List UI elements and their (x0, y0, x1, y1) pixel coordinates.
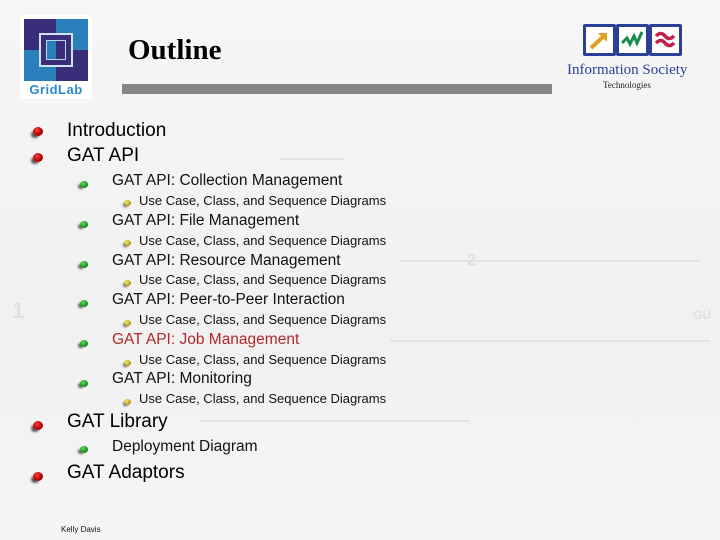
ist-logo: Information Society Technologies (563, 20, 703, 95)
gridlab-logo-text: GridLab (29, 82, 83, 97)
background-decoration: 2 (467, 252, 476, 269)
outline-subitem: GAT API: Resource Management (112, 252, 341, 269)
level3-bullet-icon (124, 320, 131, 326)
outline-subsubitem: Use Case, Class, and Sequence Diagrams (139, 352, 387, 367)
outline-item: GAT Library (67, 411, 168, 432)
ist-logo-subtext: Technologies (603, 80, 651, 90)
background-decoration (280, 158, 345, 160)
outline-subitem: GAT API: Monitoring (112, 370, 252, 387)
level2-bullet-icon (80, 300, 88, 307)
outline-subsubitem: Use Case, Class, and Sequence Diagrams (139, 391, 387, 406)
background-decoration (400, 260, 700, 262)
level1-bullet-icon (33, 421, 43, 430)
outline-subitem: Deployment Diagram (112, 438, 258, 455)
level1-bullet-icon (33, 153, 43, 162)
background-decoration: GU (693, 308, 711, 322)
outline-subsubitem: Use Case, Class, and Sequence Diagrams (139, 272, 387, 287)
level2-bullet-icon (80, 261, 88, 268)
level1-bullet-icon (33, 472, 43, 481)
outline-subsubitem: Use Case, Class, and Sequence Diagrams (139, 233, 387, 248)
outline-item: GAT Adaptors (67, 462, 185, 483)
level3-bullet-icon (124, 360, 131, 366)
level3-bullet-icon (124, 399, 131, 405)
level3-bullet-icon (124, 200, 131, 206)
level1-bullet-icon (33, 127, 43, 136)
title-underline-bar (122, 84, 552, 94)
slide-title: Outline (128, 34, 222, 66)
arrow-icon (583, 24, 616, 56)
outline-subitem-current: GAT API: Job Management (112, 331, 300, 348)
outline-subitem: GAT API: Peer-to-Peer Interaction (112, 291, 345, 308)
background-decoration: 1 (12, 298, 25, 323)
level2-bullet-icon (80, 221, 88, 228)
background-decoration (200, 420, 470, 422)
level2-bullet-icon (80, 340, 88, 347)
ist-logo-text: Information Society (567, 62, 688, 78)
outline-item: Introduction (67, 120, 167, 141)
outline-subitem: GAT API: File Management (112, 212, 300, 229)
wave-icon (616, 24, 649, 56)
outline-item: GAT API (67, 145, 140, 166)
outline-subsubitem: Use Case, Class, and Sequence Diagrams (139, 193, 387, 208)
level2-bullet-icon (80, 181, 88, 188)
level3-bullet-icon (124, 240, 131, 246)
footer-author: Kelly Davis (61, 525, 101, 534)
approx-icon (649, 24, 682, 56)
outline-subitem: GAT API: Collection Management (112, 172, 343, 189)
background-decoration (390, 340, 710, 342)
level2-bullet-icon (80, 446, 88, 453)
level2-bullet-icon (80, 380, 88, 387)
level3-bullet-icon (124, 280, 131, 286)
outline-subsubitem: Use Case, Class, and Sequence Diagrams (139, 312, 387, 327)
gridlab-logo-icon (24, 19, 88, 81)
gridlab-logo: GridLab (20, 15, 92, 99)
